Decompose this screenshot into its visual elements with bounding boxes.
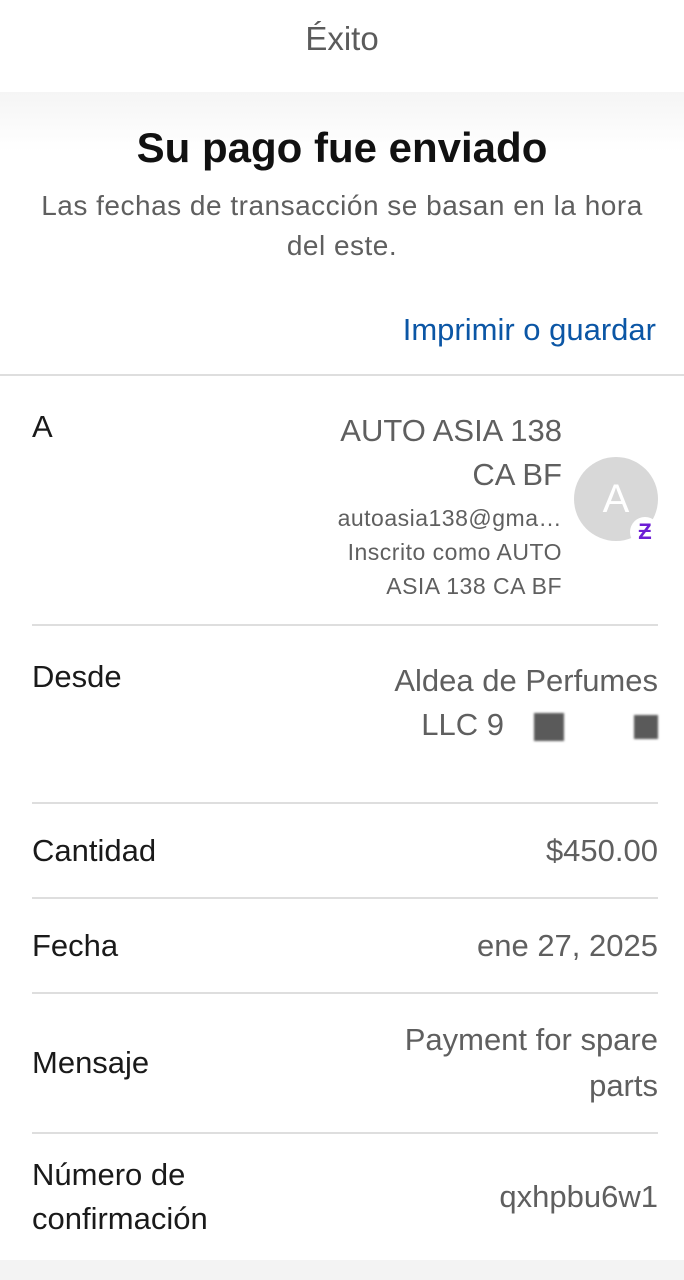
confirmation-label-line2: confirmación: [32, 1200, 208, 1236]
message-label: Mensaje: [32, 1045, 150, 1080]
confirmation-row: Número de confirmación qxhpbu6w1: [32, 1134, 658, 1259]
from-label: Desde: [32, 659, 122, 694]
redaction-mark: [634, 714, 658, 739]
amount-value: $450.00: [545, 832, 658, 868]
recipient-name-line1: AUTO ASIA 138: [340, 413, 562, 448]
recipient-avatar-wrap: A Ƶ: [574, 457, 660, 547]
recipient-email: autoasia138@gma…: [337, 505, 562, 531]
recipient-row: A AUTO ASIA 138 CA BF autoasia138@gma… I…: [32, 376, 660, 626]
recipient-text: AUTO ASIA 138 CA BF autoasia138@gma… Ins…: [338, 409, 562, 624]
from-account: Aldea de Perfumes LLC 9: [394, 659, 658, 802]
message-row: Mensaje Payment for spare parts: [32, 994, 658, 1134]
amount-row: Cantidad $450.00: [32, 804, 658, 899]
date-value: ene 27, 2025: [476, 927, 658, 963]
from-account-line2-wrap: LLC 9: [394, 703, 658, 747]
from-account-line1: Aldea de Perfumes: [394, 663, 658, 698]
message-line2: parts: [589, 1068, 658, 1103]
confirmation-label: Número de confirmación: [32, 1153, 208, 1241]
page-title: Éxito: [305, 20, 379, 57]
recipient-registered-line2: ASIA 138 CA BF: [386, 573, 562, 599]
message-value: Payment for spare parts: [405, 1017, 658, 1109]
recipient-registered-line1: Inscrito como AUTO: [347, 539, 562, 565]
timezone-note: Las fechas de transacción se basan en la…: [41, 190, 643, 261]
print-or-save-link[interactable]: Imprimir o guardar: [0, 266, 684, 362]
date-label: Fecha: [32, 927, 119, 963]
recipient-name-line2: CA BF: [472, 457, 562, 492]
redaction-mark: [534, 712, 564, 741]
recipient-details: AUTO ASIA 138 CA BF autoasia138@gma… Ins…: [338, 409, 660, 624]
amount-label: Cantidad: [32, 832, 157, 868]
message-line1: Payment for spare: [404, 1022, 658, 1057]
from-row: Desde Aldea de Perfumes LLC 9: [32, 626, 658, 804]
date-row: Fecha ene 27, 2025: [32, 899, 658, 994]
zelle-icon: Ƶ: [630, 517, 660, 547]
top-bar: Éxito: [0, 0, 684, 92]
recipient-label: A: [32, 409, 53, 444]
success-headline: Su pago fue enviado: [136, 124, 548, 171]
confirmation-label-line1: Número de: [32, 1156, 186, 1192]
success-section: Su pago fue enviado Las fechas de transa…: [0, 92, 684, 362]
bottom-bar: [0, 1260, 684, 1280]
confirmation-value: qxhpbu6w1: [499, 1178, 658, 1214]
from-account-line2: LLC 9: [421, 707, 504, 742]
